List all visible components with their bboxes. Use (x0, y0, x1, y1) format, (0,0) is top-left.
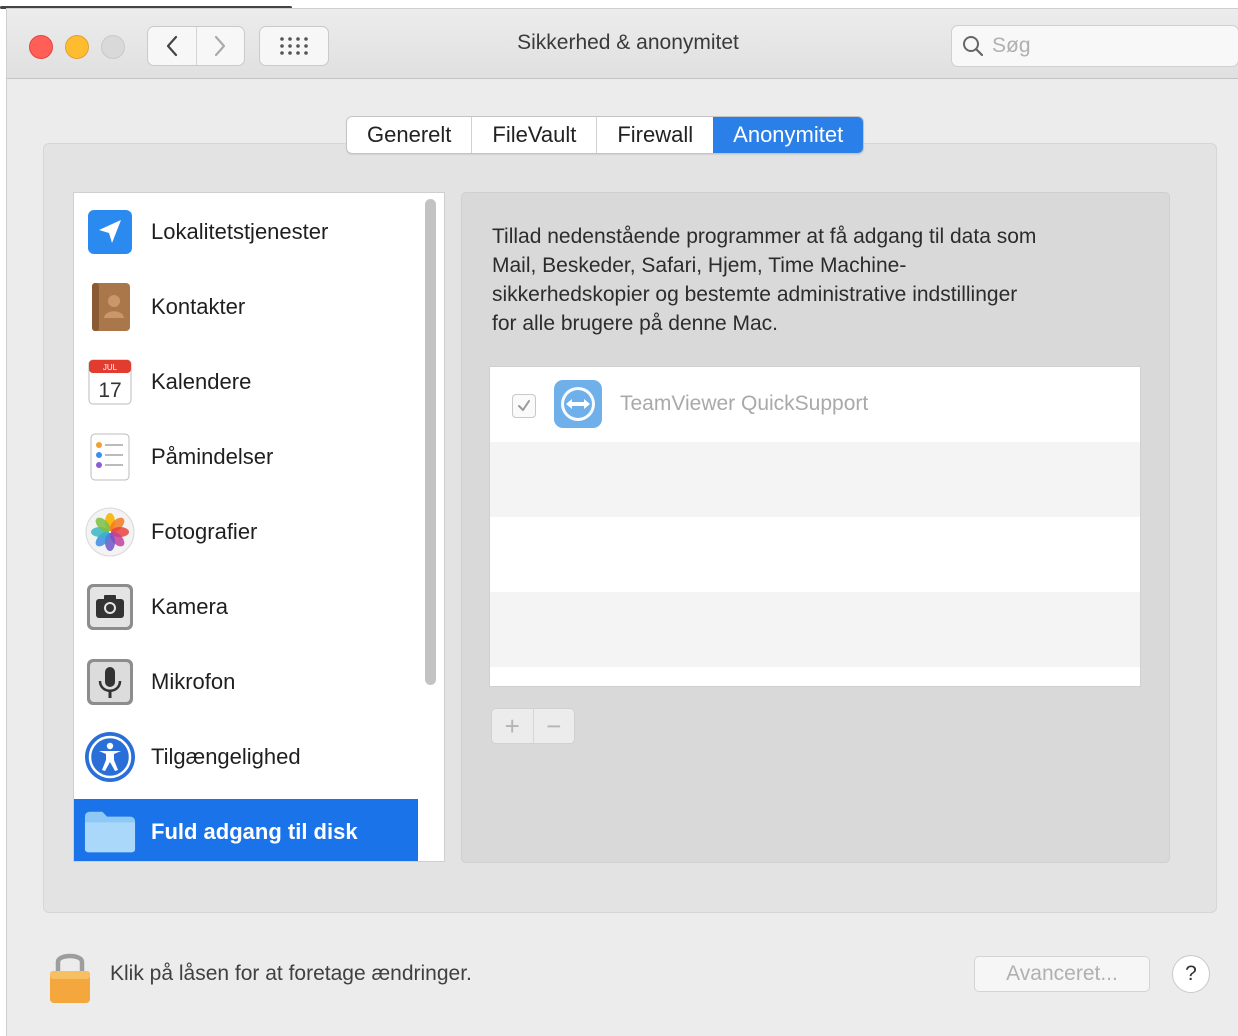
zoom-button[interactable] (101, 35, 125, 59)
close-button[interactable] (29, 35, 53, 59)
advanced-button[interactable]: Avanceret... (974, 956, 1150, 992)
minimize-button[interactable] (65, 35, 89, 59)
sidebar-item-label: Tilgængelighed (151, 743, 301, 769)
sidebar-item-label: Kalendere (151, 368, 252, 394)
empty-row (490, 517, 1140, 592)
title-bar: Sikkerhed & anonymitet (7, 9, 1238, 79)
camera-icon (84, 581, 136, 633)
calendar-icon: JUL 17 (84, 356, 136, 408)
empty-row (490, 442, 1140, 517)
privacy-description: Tillad nedenstående programmer at få adg… (492, 222, 1142, 338)
tab-filevault[interactable]: FileVault (471, 117, 596, 153)
back-forward-control (147, 26, 245, 66)
empty-row (490, 592, 1140, 667)
svg-text:17: 17 (98, 379, 121, 402)
sidebar-item-fuld-adgang-til-disk[interactable]: Fuld adgang til disk (74, 799, 418, 861)
sidebar-item-label: Påmindelser (151, 443, 274, 469)
tab-generelt[interactable]: Generelt (347, 117, 471, 153)
app-name: TeamViewer QuickSupport (620, 392, 869, 415)
chevron-left-icon (166, 35, 177, 57)
sidebar-item-lokalitetstjenester[interactable]: Lokalitetstjenester (74, 199, 418, 264)
svg-text:JUL: JUL (103, 363, 118, 372)
tab-anonymitet[interactable]: Anonymitet (713, 117, 864, 153)
tab-firewall[interactable]: Firewall (596, 117, 713, 153)
app-row[interactable]: TeamViewer QuickSupport (490, 367, 1140, 442)
show-all-grid-icon (280, 37, 308, 55)
add-app-button[interactable]: + (492, 709, 533, 743)
sidebar-item-tilgaengelighed[interactable]: Tilgængelighed (74, 724, 418, 789)
description-line: Tillad nedenstående programmer at få adg… (492, 225, 1037, 248)
privacy-category-list: Lokalitetstjenester Kontakter JUL 17 Kale… (73, 192, 445, 862)
search-input[interactable] (992, 32, 1222, 60)
search-field[interactable] (951, 25, 1238, 67)
sidebar-item-kalendere[interactable]: JUL 17 Kalendere (74, 349, 418, 414)
description-line: for alle brugere på denne Mac. (492, 312, 779, 335)
description-line: Mail, Beskeder, Safari, Hjem, Time Machi… (492, 254, 907, 277)
microphone-icon (84, 656, 136, 708)
tab-bar: Generelt FileVault Firewall Anonymitet (346, 116, 865, 154)
app-checkbox[interactable] (512, 394, 536, 418)
chevron-right-icon (215, 35, 226, 57)
lock-icon[interactable] (44, 946, 96, 1011)
app-list: TeamViewer QuickSupport (489, 366, 1141, 687)
sidebar-item-label: Mikrofon (151, 668, 236, 694)
sidebar-item-label: Kontakter (151, 293, 246, 319)
window-title: Sikkerhed & anonymitet (517, 31, 739, 54)
sidebar-item-label: Kamera (151, 593, 229, 619)
help-button[interactable]: ? (1172, 955, 1210, 993)
sidebar-item-label: Lokalitetstjenester (151, 218, 329, 244)
sidebar-item-label: Fotografier (151, 518, 258, 544)
back-button[interactable] (148, 27, 196, 65)
window-top-edge (0, 0, 292, 9)
forward-button[interactable] (195, 27, 245, 65)
checkmark-icon (518, 400, 530, 411)
location-arrow-icon (84, 206, 136, 258)
sidebar-item-paamindelser[interactable]: Påmindelser (74, 424, 418, 489)
photos-flower-icon (84, 506, 136, 558)
lock-message: Klik på låsen for at foretage ændringer. (110, 962, 472, 985)
folder-icon (84, 806, 136, 858)
show-all-button[interactable] (259, 26, 329, 66)
sidebar-item-fotografier[interactable]: Fotografier (74, 499, 418, 564)
sidebar-scrollbar[interactable] (425, 199, 436, 685)
accessibility-icon (84, 731, 136, 783)
description-line: sikkerhedskopier og bestemte administrat… (492, 283, 1018, 306)
sidebar-item-kamera[interactable]: Kamera (74, 574, 418, 639)
teamviewer-icon (554, 380, 602, 428)
contacts-book-icon (84, 281, 136, 333)
sidebar-item-kontakter[interactable]: Kontakter (74, 274, 418, 339)
reminders-icon (84, 431, 136, 483)
remove-app-button[interactable]: − (532, 709, 575, 743)
sidebar-item-label: Fuld adgang til disk (151, 818, 358, 844)
search-icon (963, 36, 984, 57)
add-remove-control: + − (491, 708, 575, 744)
sidebar-item-mikrofon[interactable]: Mikrofon (74, 649, 418, 714)
